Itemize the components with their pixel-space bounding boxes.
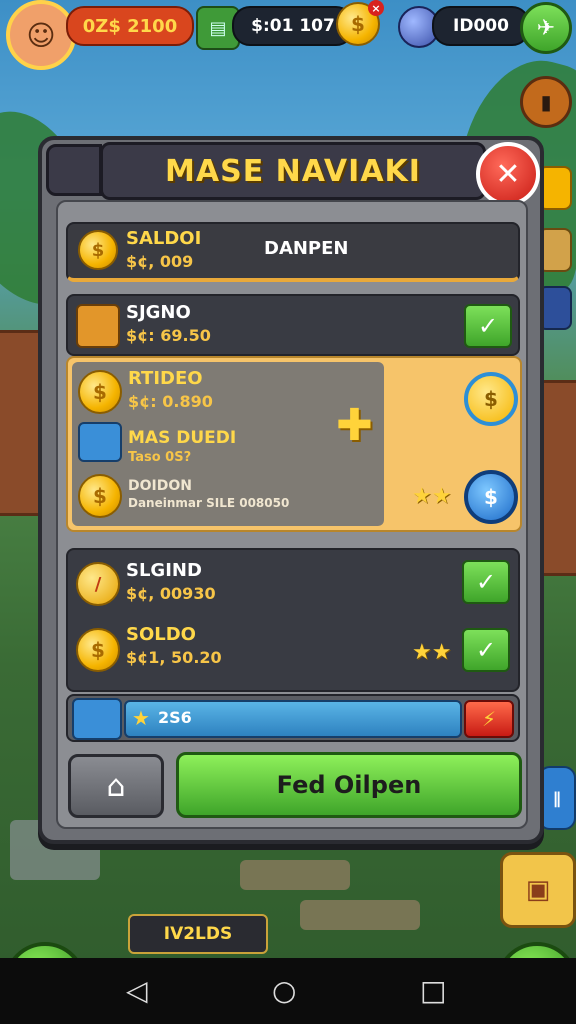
coin-icon: $ xyxy=(78,230,118,270)
stone-path xyxy=(240,860,350,890)
list-item: SJGNO $¢: 69.50 ✓ xyxy=(66,294,520,356)
system-nav-bar: ◁ ○ □ xyxy=(0,958,576,1024)
list-group: / SLGIND $¢, 00930 ✓ $ SOLDO $¢1, 50.20 … xyxy=(66,548,520,692)
item-title: SLGIND xyxy=(126,560,202,581)
item-title: MAS DUEDI xyxy=(128,428,237,448)
stone-path xyxy=(300,900,420,930)
home-button[interactable]: ⌂ xyxy=(68,754,164,818)
star-icon: ★★ xyxy=(412,484,452,509)
top-balance-row: $ SALDOI $¢, 009 DANPEN xyxy=(66,222,520,282)
coin-icon: $ xyxy=(78,370,122,414)
primary-button-label: Fed Oilpen xyxy=(276,771,422,799)
currency-counter-1: 0Z$ 2100 xyxy=(66,6,194,46)
primary-action-button[interactable]: Fed Oilpen xyxy=(176,752,522,818)
recents-icon[interactable]: □ xyxy=(420,974,446,1007)
modal-title-bar: MASE NAVIAKI xyxy=(100,142,486,200)
chest-icon xyxy=(72,698,122,740)
info-button[interactable]: ▮ xyxy=(520,76,572,128)
top-row-label: DANPEN xyxy=(264,238,349,259)
coin-icon: $ xyxy=(76,628,120,672)
item-value: $¢, 00930 xyxy=(126,584,216,603)
player-avatar[interactable]: ☺ xyxy=(6,0,76,70)
boost-button[interactable]: ⚡ xyxy=(464,700,514,738)
medal-icon: / xyxy=(76,562,120,606)
notification-badge: × xyxy=(368,0,384,16)
shop-box-button[interactable]: ▣ xyxy=(500,852,576,928)
plane-icon[interactable]: ✈ xyxy=(520,2,572,54)
check-button[interactable]: ✓ xyxy=(462,628,510,672)
progress-row: ★ 2S6 ⚡ xyxy=(66,694,520,742)
close-icon[interactable]: ✕ xyxy=(476,142,540,206)
item-value: Taso 0S? xyxy=(128,450,192,465)
highlight-group: $ RTIDEO $¢: 0.890 MAS DUEDI Taso 0S? $ … xyxy=(66,356,522,532)
back-icon[interactable]: ◁ xyxy=(126,974,148,1007)
coin-swap-button[interactable]: $ xyxy=(464,470,518,524)
item-value: $¢: 0.890 xyxy=(128,392,213,411)
chest-icon xyxy=(78,422,122,462)
check-button[interactable]: ✓ xyxy=(462,560,510,604)
currency-1-value: 0Z$ 2100 xyxy=(82,15,178,37)
currency-3-value: ID000 xyxy=(453,16,509,36)
currency-2-value: $:01 107 xyxy=(251,16,335,36)
coin-icon: $ xyxy=(78,474,122,518)
item-title: RTIDEO xyxy=(128,368,203,389)
item-value: $¢1, 50.20 xyxy=(126,648,222,667)
item-title: SJGNO xyxy=(126,302,191,323)
coin-action-button[interactable]: $ xyxy=(464,372,518,426)
bottom-badge: IV2LDS xyxy=(128,914,268,954)
home-nav-icon[interactable]: ○ xyxy=(272,974,296,1007)
currency-counter-3: ID000 xyxy=(432,6,530,46)
item-value: Daneinmar SILE 008050 xyxy=(128,496,290,510)
top-row-title: SALDOI xyxy=(126,228,202,249)
bottom-badge-label: IV2LDS xyxy=(163,924,233,944)
item-value: $¢: 69.50 xyxy=(126,326,211,345)
item-title: SOLDO xyxy=(126,624,196,645)
crate-icon xyxy=(76,304,120,348)
progress-bar: ★ 2S6 xyxy=(124,700,462,738)
star-icon: ★ xyxy=(132,706,150,730)
item-title: DOIDON xyxy=(128,478,192,494)
top-row-value: $¢, 009 xyxy=(126,252,194,271)
modal-content: $ SALDOI $¢, 009 DANPEN SJGNO $¢: 69.50 … xyxy=(56,200,528,829)
modal-dialog: MASE NAVIAKI ✕ $ SALDOI $¢, 009 DANPEN S… xyxy=(38,136,544,844)
plus-icon: ✚ xyxy=(336,400,373,451)
check-button[interactable]: ✓ xyxy=(464,304,512,348)
modal-tab xyxy=(46,144,102,196)
modal-title: MASE NAVIAKI xyxy=(165,153,421,189)
star-icon: ★★ xyxy=(412,640,452,665)
progress-label: 2S6 xyxy=(158,708,192,727)
